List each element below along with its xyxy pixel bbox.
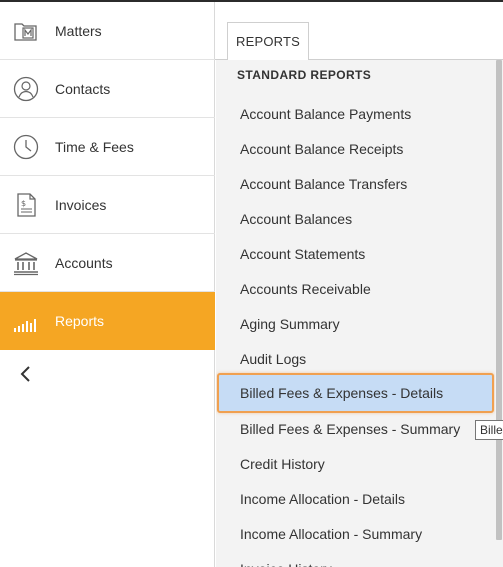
matters-icon bbox=[12, 17, 40, 45]
sidebar-item-label: Invoices bbox=[55, 196, 107, 213]
bar-chart-icon bbox=[12, 307, 40, 335]
sidebar-item-contacts[interactable]: Contacts bbox=[0, 60, 215, 118]
sidebar: Matters Contacts Time & Fees $ Invoices … bbox=[0, 2, 215, 567]
sidebar-item-reports[interactable]: Reports bbox=[0, 292, 215, 350]
sidebar-item-matters[interactable]: Matters bbox=[0, 2, 215, 60]
bank-icon bbox=[12, 249, 40, 277]
scrollbar-thumb[interactable] bbox=[496, 60, 502, 540]
scrollbar[interactable] bbox=[495, 60, 503, 567]
sidebar-item-label: Time & Fees bbox=[55, 138, 134, 155]
sidebar-item-invoices[interactable]: $ Invoices bbox=[0, 176, 215, 234]
tab-reports[interactable]: REPORTS bbox=[227, 22, 309, 60]
report-item[interactable]: Accounts Receivable bbox=[216, 271, 494, 306]
report-item[interactable]: Account Balances bbox=[216, 201, 494, 236]
sidebar-item-label: Contacts bbox=[55, 80, 111, 97]
clock-icon bbox=[12, 133, 40, 161]
report-item[interactable]: Billed Fees & Expenses - Summary bbox=[216, 411, 494, 446]
report-item[interactable]: Audit Logs bbox=[216, 341, 494, 376]
panel-header: STANDARD REPORTS bbox=[237, 68, 372, 82]
report-item[interactable]: Invoice History bbox=[216, 551, 494, 567]
report-item[interactable]: Account Balance Receipts bbox=[216, 131, 494, 166]
report-item[interactable]: Income Allocation - Details bbox=[216, 481, 494, 516]
report-item[interactable]: Account Balance Transfers bbox=[216, 166, 494, 201]
report-item[interactable]: Income Allocation - Summary bbox=[216, 516, 494, 551]
standard-reports-panel: STANDARD REPORTS Account Balance Payment… bbox=[216, 60, 496, 567]
sidebar-item-accounts[interactable]: Accounts bbox=[0, 234, 215, 292]
report-item[interactable]: Account Statements bbox=[216, 236, 494, 271]
sidebar-item-label: Matters bbox=[55, 22, 102, 39]
chevron-left-icon[interactable] bbox=[14, 362, 38, 386]
report-item[interactable]: Account Balance Payments bbox=[216, 96, 494, 131]
sidebar-item-time-fees[interactable]: Time & Fees bbox=[0, 118, 215, 176]
svg-text:$: $ bbox=[21, 199, 26, 208]
sidebar-item-label: Accounts bbox=[55, 254, 113, 271]
report-item[interactable]: Aging Summary bbox=[216, 306, 494, 341]
tooltip: Billed bbox=[475, 420, 503, 440]
report-item-selected[interactable]: Billed Fees & Expenses - Details bbox=[217, 373, 494, 413]
contacts-icon bbox=[12, 75, 40, 103]
invoice-icon: $ bbox=[12, 191, 40, 219]
report-item[interactable]: Credit History bbox=[216, 446, 494, 481]
sidebar-item-label: Reports bbox=[55, 312, 105, 329]
